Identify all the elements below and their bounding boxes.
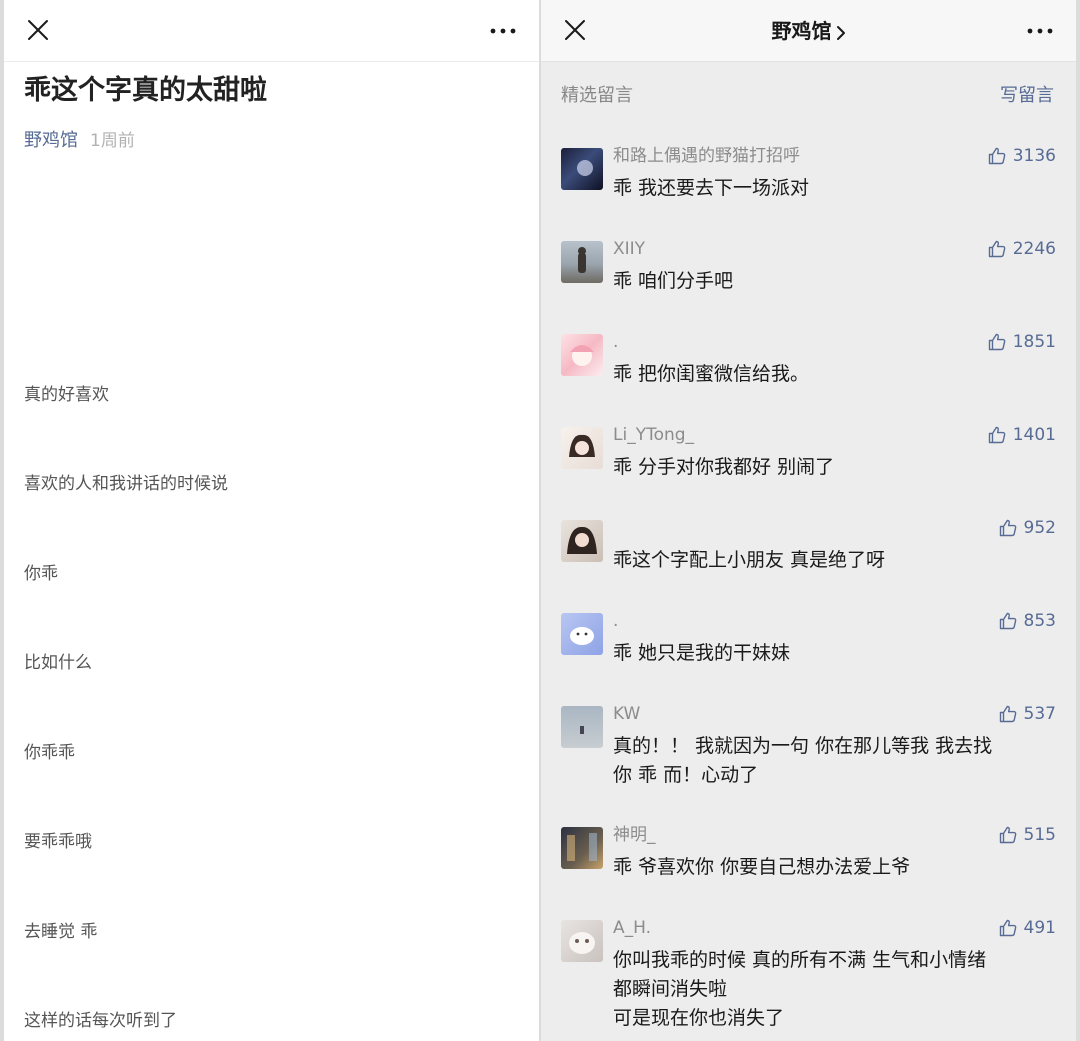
like-button[interactable]: 1401 (987, 423, 1056, 447)
thumbs-up-icon (999, 919, 1016, 937)
paragraph: 喜欢的人和我讲话的时候说 (24, 474, 228, 494)
paragraph: 你乖 (24, 564, 58, 584)
thumbs-up-icon (988, 147, 1006, 165)
comment-text: 乖 咱们分手吧 (613, 270, 734, 292)
thumbs-up-icon (999, 519, 1016, 537)
like-button[interactable]: 515 (998, 823, 1056, 847)
comment-text: 你叫我乖的时候 真的所有不满 生气和小情绪 都瞬间消失啦 可是现在你也消失了 (613, 949, 987, 1029)
close-icon[interactable] (26, 18, 50, 42)
paragraph: 比如什么 (24, 653, 92, 673)
like-count: 491 (1023, 918, 1056, 938)
like-button[interactable]: 952 (998, 516, 1056, 540)
article-panel: 乖这个字真的太甜啦 野鸡馆 1周前 真的好喜欢 喜欢的人和我讲话的时候说 你乖 比… (4, 0, 539, 1041)
avatar[interactable] (561, 920, 603, 962)
like-count: 1851 (1012, 332, 1056, 352)
paragraph: 这样的话每次听到了 (24, 1011, 177, 1031)
commenter-name: KW (613, 704, 641, 724)
like-count: 2246 (1012, 239, 1056, 259)
thumbs-up-icon (988, 426, 1006, 444)
write-comment-link[interactable]: 写留言 (1000, 83, 1054, 109)
comment-text: 乖 我还要去下一场派对 (613, 177, 810, 199)
paragraph: 要乖乖哦 (24, 832, 92, 852)
avatar[interactable] (561, 613, 603, 655)
like-button[interactable]: 2246 (987, 237, 1056, 261)
account-title[interactable]: 野鸡馆 (541, 17, 1076, 45)
thumbs-up-icon (999, 705, 1016, 723)
like-button[interactable]: 853 (998, 609, 1056, 633)
commenter-name: . (613, 332, 619, 352)
like-count: 952 (1023, 518, 1056, 538)
comment-text: 乖 她只是我的干妹妹 (613, 642, 791, 664)
article-title: 乖这个字真的太甜啦 (24, 75, 267, 106)
paragraph: 你乖乖 (24, 743, 75, 763)
commenter-name: 神明_ (613, 825, 656, 845)
like-button[interactable]: 491 (998, 916, 1056, 940)
like-count: 853 (1023, 611, 1056, 631)
article-meta: 野鸡馆 1周前 (24, 128, 135, 154)
publish-time: 1周前 (90, 131, 135, 151)
commenter-name: Li_YTong_ (613, 425, 695, 445)
thumbs-up-icon (999, 612, 1016, 630)
comment-text: 真的！！ 我就因为一句 你在那儿等我 我去找 你 乖 而！心动了 (613, 735, 993, 786)
thumbs-up-icon (999, 826, 1016, 844)
like-count: 1401 (1012, 425, 1056, 445)
paragraph: 去睡觉 乖 (24, 922, 98, 942)
avatar[interactable] (561, 520, 603, 562)
comment-text: 乖 爷喜欢你 你要自己想办法爱上爷 (613, 856, 911, 878)
comment-text: 乖 分手对你我都好 别闹了 (613, 456, 835, 478)
commenter-name: 和路上偶遇的野猫打招呼 (613, 146, 800, 166)
avatar[interactable] (561, 827, 603, 869)
commenter-name: . (613, 611, 619, 631)
thumbs-up-icon (988, 240, 1006, 258)
account-name: 野鸡馆 (771, 19, 832, 43)
more-icon[interactable] (489, 18, 517, 42)
like-count: 3136 (1012, 146, 1056, 166)
more-icon[interactable] (1026, 18, 1054, 42)
commenter-name: A_H. (613, 918, 652, 938)
thumbs-up-icon (988, 333, 1006, 351)
chevron-right-icon (836, 25, 845, 40)
like-button[interactable]: 3136 (987, 144, 1056, 168)
like-button[interactable]: 537 (998, 702, 1056, 726)
comment-text: 乖 把你闺蜜微信给我。 (613, 363, 810, 385)
avatar[interactable] (561, 241, 603, 283)
like-count: 537 (1023, 704, 1056, 724)
avatar[interactable] (561, 148, 603, 190)
author-link[interactable]: 野鸡馆 (24, 130, 78, 151)
paragraph: 真的好喜欢 (24, 385, 109, 405)
avatar[interactable] (561, 427, 603, 469)
article-top-bar (4, 0, 539, 62)
like-button[interactable]: 1851 (987, 330, 1056, 354)
featured-comments-label: 精选留言 (561, 85, 633, 106)
commenter-name: XIIY (613, 239, 646, 259)
comment-text: 乖这个字配上小朋友 真是绝了呀 (613, 549, 886, 571)
avatar[interactable] (561, 706, 603, 748)
comments-top-bar: 野鸡馆 (541, 0, 1076, 62)
comments-panel: 野鸡馆 精选留言 写留言 和路上偶遇的野猫打招呼 3136 乖 我还要去下一场派… (541, 0, 1076, 1041)
like-count: 515 (1023, 825, 1056, 845)
avatar[interactable] (561, 334, 603, 376)
